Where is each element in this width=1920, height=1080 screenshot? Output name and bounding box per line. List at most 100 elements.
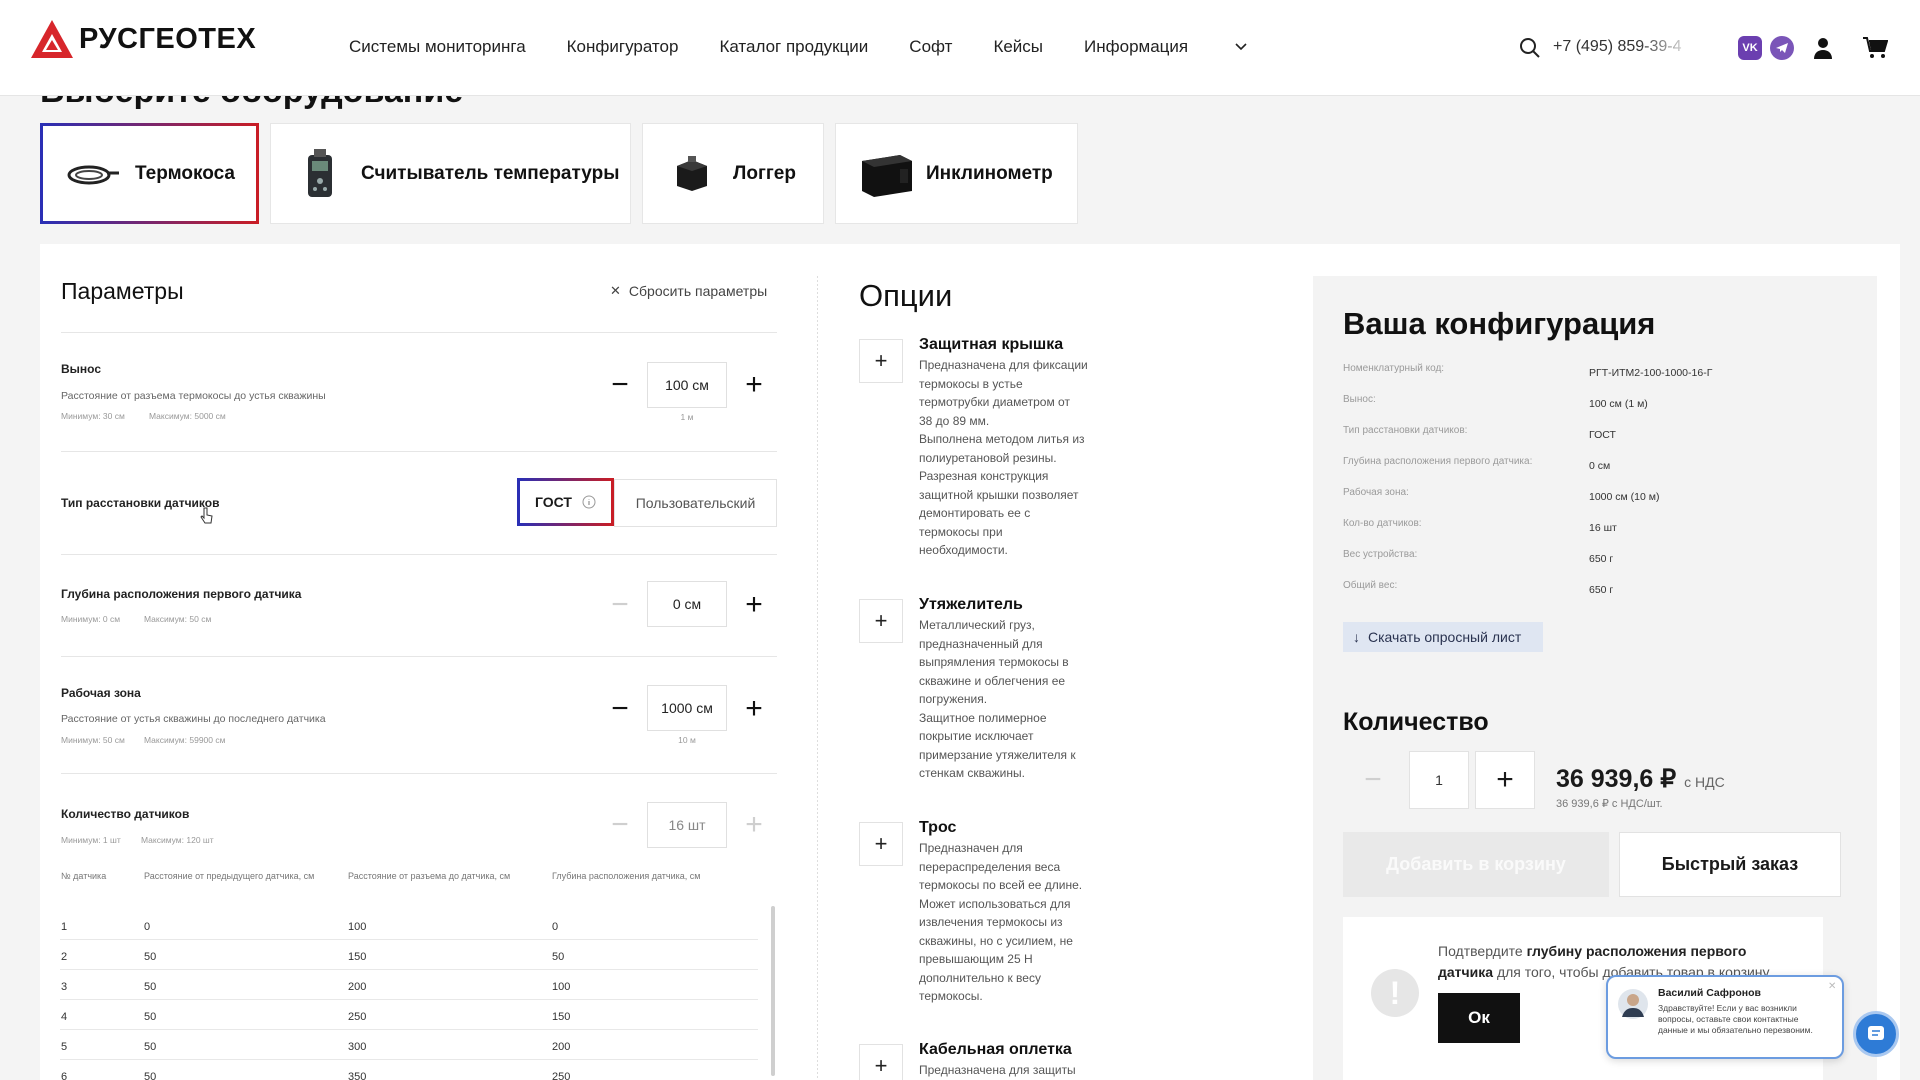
quantity-input[interactable]: 1 (1409, 751, 1469, 809)
close-icon[interactable]: ✕ (1828, 981, 1836, 992)
zone-minus-button[interactable]: − (605, 694, 635, 724)
device-tab-reader[interactable]: Считыватель температуры (270, 123, 631, 224)
add-option-cap-button[interactable]: + (859, 339, 903, 383)
quick-order-button[interactable]: Быстрый заказ (1619, 832, 1841, 897)
search-icon[interactable] (1519, 37, 1541, 59)
price-value: 36 939,6 ₽ (1556, 765, 1677, 793)
reset-label: Сбросить параметры (628, 283, 768, 299)
table-row: 5 50 300 200 (60, 1030, 758, 1060)
config-value: РГТ-ИТМ2-100-1000-16-Г (1589, 367, 1713, 379)
vk-label: VK (1742, 42, 1758, 54)
param-depth-max: Максимум: 50 см (144, 614, 212, 624)
add-option-cable-button[interactable]: + (859, 822, 903, 866)
table-row: 4 50 250 150 (60, 1000, 758, 1030)
download-label: Скачать опросный лист (1368, 629, 1522, 645)
config-key: Тип расстановки датчиков: (1343, 425, 1468, 436)
table-row: 3 50 200 100 (60, 970, 758, 1000)
download-questionnaire-button[interactable]: ↓ Скачать опросный лист (1343, 622, 1543, 652)
table-header-connector: Расстояние от разъема до датчика, см (348, 871, 511, 881)
zone-sub: 10 м (678, 735, 696, 745)
param-count-max: Максимум: 120 шт (141, 835, 214, 845)
user-icon[interactable] (1811, 36, 1835, 60)
cell: 1 (61, 921, 68, 933)
count-plus-button[interactable]: + (739, 810, 769, 840)
param-count-min: Минимум: 1 шт (61, 835, 121, 845)
config-key: Кол-во датчиков: (1343, 518, 1422, 529)
zone-plus-button[interactable]: + (739, 694, 769, 724)
params-title: Параметры (61, 278, 184, 304)
info-icon[interactable] (582, 495, 596, 509)
depth-plus-button[interactable]: + (739, 590, 769, 620)
device-tab-thermocosa[interactable]: Термокоса (40, 123, 259, 224)
config-value: 100 см (1 м) (1589, 398, 1648, 410)
ok-button[interactable]: Ок (1438, 993, 1520, 1043)
cable-coil-icon (67, 165, 119, 184)
nav-configurator[interactable]: Конфигуратор (567, 37, 679, 57)
table-scrollbar[interactable] (771, 906, 775, 1076)
phone-fade (1640, 30, 1695, 60)
nav-cases[interactable]: Кейсы (993, 37, 1043, 57)
count-minus-button[interactable]: − (605, 810, 635, 840)
desc-line: стенкам скважины. (919, 766, 1025, 780)
chat-open-button[interactable] (1853, 1011, 1899, 1057)
vynos-minus-button[interactable]: − (605, 370, 635, 400)
cell: 5 (61, 1041, 68, 1053)
quantity-minus-button[interactable]: − (1343, 751, 1403, 809)
divider (61, 451, 777, 452)
vynos-plus-button[interactable]: + (739, 370, 769, 400)
add-to-cart-button[interactable]: Добавить в корзину (1343, 832, 1609, 897)
option-cable-title: Трос (919, 819, 957, 836)
desc-line: термокосы по всей ее длине. (919, 878, 1083, 892)
param-vynos-label: Вынос (61, 362, 102, 376)
type-custom-option[interactable]: Пользовательский (614, 479, 777, 527)
nav-monitoring[interactable]: Системы мониторинга (349, 37, 526, 57)
chat-popup[interactable]: Василий Сафронов Здравствуйте! Если у ва… (1606, 975, 1844, 1059)
device-tab-logger[interactable]: Логгер (642, 123, 824, 224)
config-value: 650 г (1589, 553, 1614, 565)
option-cable-desc: Предназначен для перераспределения веса … (919, 839, 1099, 1006)
telegram-icon[interactable] (1770, 36, 1794, 60)
vynos-input[interactable]: 100 см (647, 362, 727, 408)
param-count-label: Количество датчиков (61, 807, 190, 821)
add-option-braid-button[interactable]: + (859, 1044, 903, 1080)
nav-soft[interactable]: Софт (909, 37, 952, 57)
desc-line: скважине и облегчения ее (919, 673, 1066, 688)
depth-minus-button[interactable]: − (605, 590, 635, 620)
price-vat: с НДС (1684, 774, 1725, 790)
zone-input[interactable]: 1000 см (647, 685, 727, 731)
desc-line: погружения. (919, 692, 988, 706)
notice-pre: Подтвердите (1438, 943, 1527, 959)
column-divider (817, 276, 818, 1080)
vk-icon[interactable]: VK (1738, 36, 1762, 60)
cell: 250 (348, 1011, 367, 1023)
nav-info[interactable]: Информация (1084, 37, 1247, 57)
count-input[interactable]: 16 шт (647, 802, 727, 848)
table-row: 1 0 100 0 (60, 910, 758, 940)
add-option-weight-button[interactable]: + (859, 599, 903, 643)
desc-line: защитной крышки позволяет (919, 487, 1079, 502)
config-key: Вынос: (1343, 394, 1376, 405)
vynos-sub: 1 м (680, 412, 694, 422)
cell: 100 (552, 981, 571, 993)
logo[interactable]: РУСГЕОТЕХ (31, 20, 256, 58)
avatar (1618, 989, 1648, 1019)
reset-params-button[interactable]: ✕ Сбросить параметры (610, 283, 767, 299)
config-value: ГОСТ (1589, 429, 1616, 441)
nav-catalog[interactable]: Каталог продукции (719, 37, 868, 57)
logo-mark-icon (31, 20, 73, 58)
table-row: 2 50 150 50 (60, 940, 758, 970)
option-weight-title: Утяжелитель (919, 596, 1023, 613)
desc-line: скважины, но с усилием, не (919, 933, 1073, 948)
config-key: Номенклатурный код: (1343, 363, 1445, 374)
type-gost-option[interactable]: ГОСТ (517, 478, 614, 526)
options-title: Опции (859, 278, 953, 313)
logo-text: РУСГЕОТЕХ (79, 22, 257, 55)
cell: 6 (61, 1071, 68, 1080)
cart-icon[interactable] (1862, 36, 1888, 60)
desc-line: необходимости. (919, 543, 1008, 557)
depth-input[interactable]: 0 см (647, 581, 727, 627)
cell: 0 (552, 921, 559, 933)
quantity-plus-button[interactable]: + (1475, 751, 1535, 809)
chat-agent-name: Василий Сафронов (1658, 987, 1761, 999)
device-tab-inclinometer[interactable]: Инклинометр (835, 123, 1078, 224)
